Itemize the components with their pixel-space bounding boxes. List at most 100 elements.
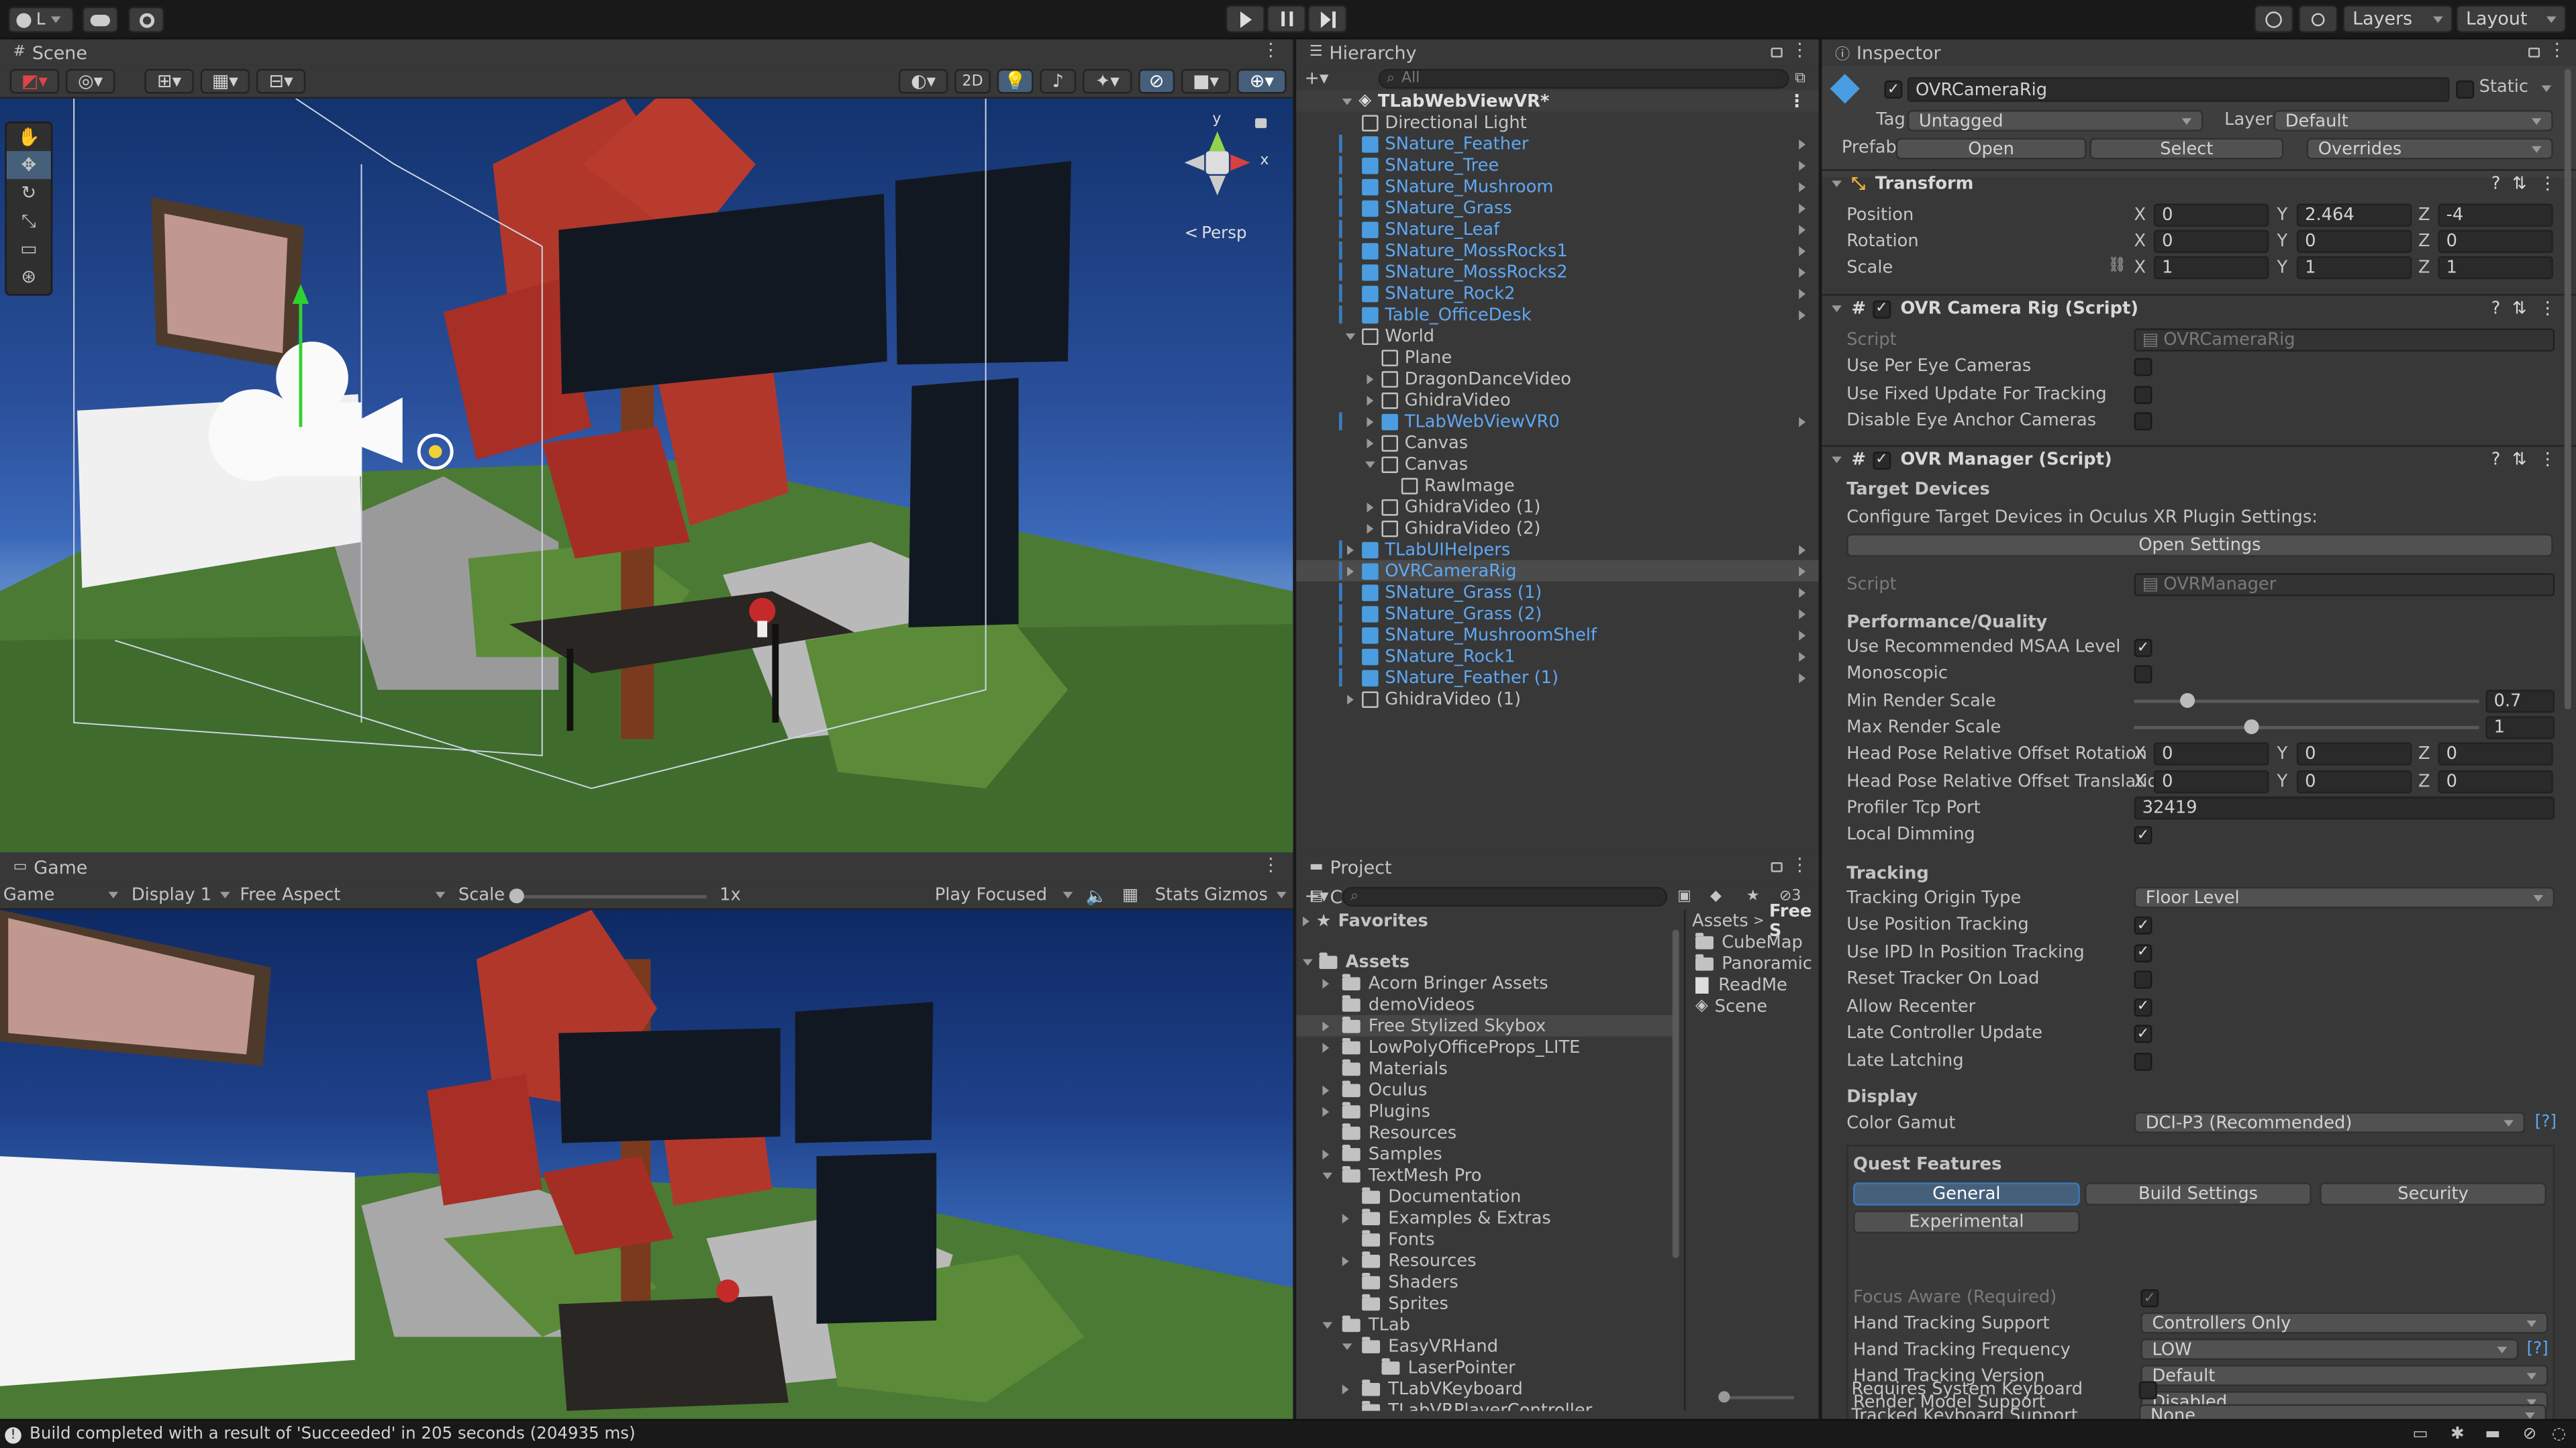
hierarchy-item[interactable]: DragonDanceVideo xyxy=(1296,368,1818,389)
stats-grid-icon[interactable]: ▦ xyxy=(1122,885,1138,904)
tab-project[interactable]: ▬ Project xyxy=(1296,852,1819,882)
hierarchy-item[interactable]: SNature_MossRocks1 xyxy=(1296,240,1818,261)
chevron-down-icon[interactable] xyxy=(1365,460,1375,468)
transform-header[interactable]: ⤡ Transform ? ⇅ ⋮ xyxy=(1822,169,2576,197)
slider-handle[interactable] xyxy=(2180,692,2195,708)
transform-tool[interactable]: ⊛ xyxy=(7,263,51,291)
project-folder-row[interactable]: Documentation xyxy=(1296,1186,1677,1207)
project-folder-row[interactable]: Samples xyxy=(1296,1143,1677,1165)
rotation-field-y[interactable]: 0 xyxy=(2296,229,2412,253)
project-folder-row[interactable]: Resources xyxy=(1296,1250,1677,1272)
hierarchy-item[interactable]: GhidraVideo (1) xyxy=(1296,496,1818,517)
project-folder-row[interactable]: Oculus xyxy=(1296,1079,1677,1100)
lighting-button[interactable]: 💡 xyxy=(997,68,1034,94)
global-button[interactable]: ◎▾ xyxy=(65,68,115,94)
quest-tab-build-settings[interactable]: Build Settings xyxy=(2085,1182,2312,1206)
chevron-right-icon[interactable] xyxy=(1322,1021,1330,1031)
stats-button[interactable]: Stats xyxy=(1155,885,1199,904)
mute-icon[interactable]: 🔈 xyxy=(1086,884,1107,906)
persp-label[interactable]: < Persp xyxy=(1185,225,1247,243)
grid-button[interactable]: ▦▾ xyxy=(200,68,250,94)
chevron-right-icon[interactable] xyxy=(1799,289,1806,299)
preset-icon[interactable]: ⇅ xyxy=(2512,174,2527,193)
object-name-field[interactable]: OVRCameraRig xyxy=(1907,77,2450,102)
chevron-right-icon[interactable] xyxy=(1799,566,1806,577)
account-dropdown[interactable]: L xyxy=(8,6,75,33)
ovr-camera-rig-header[interactable]: # ✓ OVR Camera Rig (Script) ? ⇅ ⋮ xyxy=(1822,294,2576,322)
head-rotation-field-y[interactable]: 0 xyxy=(2296,742,2412,766)
head-translation-field-x[interactable]: 0 xyxy=(2153,770,2269,794)
add-asset-button[interactable]: +▾ xyxy=(1304,885,1328,907)
scale-tool[interactable]: ⤡ xyxy=(7,207,51,235)
rect-tool[interactable]: ▭ xyxy=(7,235,51,263)
project-folder-row[interactable]: demoVideos xyxy=(1296,994,1677,1015)
chevron-right-icon[interactable] xyxy=(1367,437,1374,448)
more-icon[interactable]: ⋮ xyxy=(1262,854,1280,876)
game-viewport[interactable] xyxy=(0,910,1293,1419)
chevron-right-icon[interactable] xyxy=(1799,652,1806,662)
project-folder-row[interactable]: LaserPointer xyxy=(1296,1357,1677,1378)
collab-button[interactable] xyxy=(128,6,164,33)
icon-size-slider[interactable] xyxy=(1718,1391,1794,1403)
lock-icon[interactable] xyxy=(2528,47,2540,58)
prefab-overrides-dropdown[interactable]: Overrides xyxy=(2306,138,2553,160)
more-icon[interactable]: ⋮ xyxy=(2548,40,2566,61)
more-icon[interactable]: ⋮ xyxy=(2539,299,2557,318)
layout-dropdown[interactable]: Layout xyxy=(2456,5,2567,33)
position-field-x[interactable]: 0 xyxy=(2153,203,2269,227)
hierarchy-item[interactable]: TLabWebViewVR0 xyxy=(1296,411,1818,432)
project-file-item[interactable]: ◈ Scene xyxy=(1695,995,1819,1017)
hand-frequency-dropdown[interactable]: LOW xyxy=(2140,1338,2519,1360)
color-gamut-dropdown[interactable]: DCI-P3 (Recommended) xyxy=(2134,1112,2526,1133)
preset-icon[interactable]: ⇅ xyxy=(2512,450,2527,470)
chevron-right-icon[interactable] xyxy=(1322,1084,1330,1095)
slider-handle[interactable] xyxy=(509,888,524,904)
profiler-field[interactable]: 32419 xyxy=(2134,796,2555,820)
more-icon[interactable]: ⋮ xyxy=(2539,174,2557,193)
local-dimming-checkbox[interactable]: ✓ xyxy=(2134,826,2152,845)
scale-axis-label[interactable]: Z xyxy=(2418,258,2430,277)
tracking-property-checkbox[interactable] xyxy=(2134,970,2152,989)
lock-icon[interactable] xyxy=(1771,862,1783,872)
hierarchy-item[interactable]: World xyxy=(1296,325,1818,347)
position-axis-label[interactable]: X xyxy=(2134,205,2146,225)
hierarchy-item[interactable]: SNature_Grass (1) xyxy=(1296,581,1818,603)
tracking-property-checkbox[interactable]: ✓ xyxy=(2134,997,2152,1016)
position-axis-label[interactable]: Y xyxy=(2277,205,2288,225)
rotation-axis-label[interactable]: Z xyxy=(2418,231,2430,251)
hierarchy-root[interactable]: ◈ TLabWebViewVR* ⋮ xyxy=(1296,90,1819,112)
layers-dropdown[interactable]: Layers xyxy=(2342,5,2453,33)
star-icon[interactable]: ★ xyxy=(1746,888,1760,904)
toggle-2d-button[interactable]: 2D xyxy=(954,68,991,94)
chevron-right-icon[interactable] xyxy=(1322,1106,1330,1117)
search-by-label-icon[interactable]: ◆ xyxy=(1710,888,1722,904)
search-button[interactable] xyxy=(2298,5,2338,33)
hand-frequency-help-link[interactable]: [?] xyxy=(2527,1340,2548,1358)
chevron-right-icon[interactable] xyxy=(1347,566,1354,576)
scene-visibility-icon[interactable]: ⧉ xyxy=(1795,70,1805,86)
system-keyboard-checkbox[interactable] xyxy=(2138,1381,2157,1400)
history-button[interactable] xyxy=(2254,5,2293,33)
constrain-scale-icon[interactable]: ⛓ xyxy=(2108,258,2126,274)
rotation-axis-label[interactable]: X xyxy=(2134,231,2146,251)
open-settings-button[interactable]: Open Settings xyxy=(1846,533,2553,557)
scale-field-y[interactable]: 1 xyxy=(2296,256,2412,280)
rotation-field-z[interactable]: 0 xyxy=(2438,229,2553,253)
head-rotation-field-z[interactable]: 0 xyxy=(2438,742,2553,766)
chevron-right-icon[interactable] xyxy=(1799,417,1806,427)
progress-icon[interactable]: ▭ xyxy=(2413,1426,2428,1444)
chevron-right-icon[interactable] xyxy=(1342,1212,1349,1223)
hierarchy-item[interactable]: Plane xyxy=(1296,346,1818,368)
display-dropdown[interactable]: Display 1 xyxy=(132,885,230,905)
project-file-item[interactable]: Panoramic xyxy=(1695,953,1819,974)
hierarchy-item[interactable]: Directional Light xyxy=(1296,111,1818,133)
project-folder-row[interactable]: TLabVRPlayerController xyxy=(1296,1399,1677,1411)
chevron-right-icon[interactable] xyxy=(1799,160,1806,171)
play-button[interactable] xyxy=(1225,5,1265,33)
hierarchy-search[interactable]: ⌕ All xyxy=(1378,68,1789,88)
orientation-gizmo[interactable]: y x xyxy=(1175,111,1273,217)
component-enabled-checkbox[interactable]: ✓ xyxy=(1872,299,1891,318)
chevron-right-icon[interactable] xyxy=(1799,225,1806,236)
position-field-z[interactable]: -4 xyxy=(2438,203,2553,227)
color-gamut-help-link[interactable]: [?] xyxy=(2535,1114,2557,1132)
